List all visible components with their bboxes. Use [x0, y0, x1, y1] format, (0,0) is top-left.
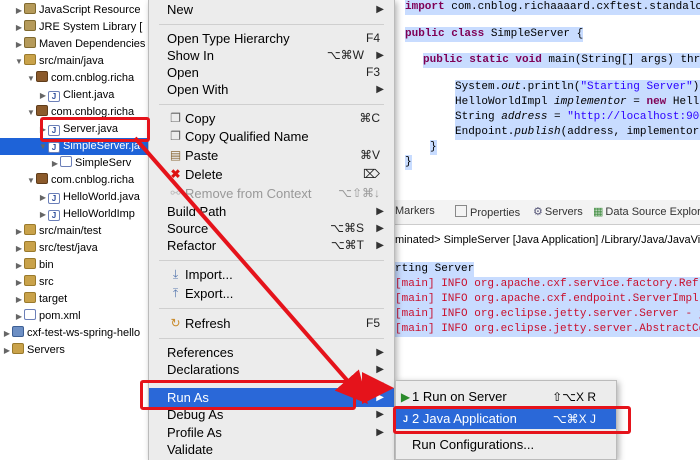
annotation-arrows [133, 136, 394, 405]
arrow-to-run-as [133, 136, 368, 405]
